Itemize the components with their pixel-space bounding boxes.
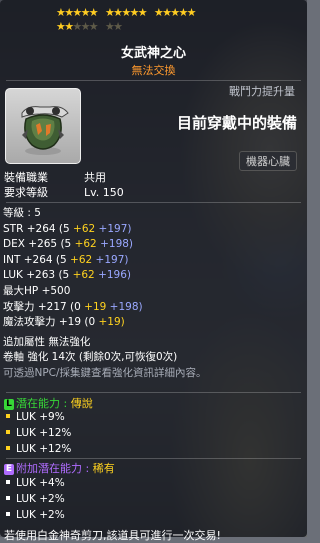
requirement-job: 裝備職業 共用	[4, 171, 106, 184]
potential-header: L 潛在能力 : 傳說	[4, 395, 93, 411]
star-empty-icon: ★	[80, 20, 91, 33]
star-filled-icon: ★	[64, 6, 75, 19]
star-filled-icon: ★	[56, 20, 66, 33]
stat-max-hp: 最大HP +500	[3, 284, 71, 297]
star-force-rating: ★ ★ ★ ★ ★ ★ ★ ★ ★ ★ ★ ★ ★ ★ ★ ★ ★ ★ ★ ★ ★ ★	[56, 6, 256, 34]
item-tooltip: ★ ★ ★ ★ ★ ★ ★ ★ ★ ★ ★ ★ ★ ★ ★ ★ ★ ★ ★ ★ ★ ★ 女武神之心 無法交換 戰鬥力提升…	[0, 0, 307, 542]
stat-str: STR +264 (5 +62 +197)	[3, 222, 132, 235]
star-filled-icon: ★	[80, 6, 91, 19]
star-empty-icon: ★	[104, 20, 115, 33]
star-filled-icon: ★	[129, 6, 140, 19]
trade-status: 無法交換	[131, 64, 176, 77]
stat-dex: DEX +265 (5 +62 +198)	[3, 238, 134, 251]
star-filled-icon: ★	[186, 6, 197, 19]
star-empty-icon: ★	[72, 20, 83, 33]
item-grade: 等級 : 5	[3, 207, 41, 219]
star-filled-icon: ★	[137, 6, 148, 19]
divider	[6, 202, 301, 203]
star-empty-icon: ★	[88, 20, 99, 33]
star-filled-icon: ★	[121, 6, 132, 19]
star-filled-icon: ★	[162, 6, 172, 19]
requirement-level: 要求等級 Lv. 150	[4, 186, 124, 199]
stat-luk: LUK +263 (5 +62 +196)	[3, 269, 132, 282]
item-icon-frame	[5, 88, 81, 164]
enhance-hint: 可透過NPC/採集鍵查看強化資訊詳細內容。	[3, 366, 207, 379]
star-empty-icon: ★	[113, 20, 123, 33]
star-filled-icon: ★	[104, 6, 115, 19]
star-row: ★ ★ ★ ★ ★ ★ ★	[56, 20, 256, 34]
bonus-potential-line: LUK +4%	[6, 477, 65, 489]
stat-attack: 攻擊力 +217 (0 +19 +198)	[3, 300, 143, 313]
power-increase-label: 戰鬥力提升量	[229, 85, 295, 98]
valkyrie-heart-icon	[21, 106, 69, 155]
bonus-potential-header: E 附加潛在能力 : 稀有	[4, 462, 115, 475]
legendary-badge-icon: L	[4, 399, 14, 410]
stat-magic-attack: 魔法攻擊力 +19 (0 +19)	[3, 316, 125, 329]
potential-line: LUK +9%	[6, 411, 65, 423]
star-filled-icon: ★	[56, 6, 66, 19]
star-filled-icon: ★	[64, 20, 75, 33]
divider	[6, 392, 301, 393]
star-row: ★ ★ ★ ★ ★ ★ ★ ★ ★ ★ ★ ★ ★ ★ ★	[56, 6, 256, 20]
divider	[6, 80, 301, 81]
stat-int: INT +264 (5 +62 +197)	[3, 253, 129, 266]
currently-equipped-label: 目前穿戴中的裝備	[176, 114, 297, 132]
requirements: 裝備職業 共用 要求等級 Lv. 150	[4, 170, 124, 200]
epic-badge-icon: E	[4, 464, 14, 475]
potential-line: LUK +12%	[6, 427, 71, 439]
scissors-trade-note: 若使用白金神奇剪刀,該道具可進行一次交易!	[4, 529, 221, 542]
star-filled-icon: ★	[113, 6, 123, 19]
item-stats: 等級 : 5 STR +264 (5 +62 +197) DEX +265 (5…	[3, 206, 207, 382]
extra-option-note: 追加屬性 無法強化	[3, 335, 91, 348]
star-filled-icon: ★	[72, 6, 83, 19]
scroll-upgrade-info: 卷軸 強化 14次 (剩餘0次,可恢復0次)	[3, 351, 178, 364]
bonus-potential-line: LUK +2%	[6, 509, 65, 521]
star-filled-icon: ★	[178, 6, 189, 19]
star-filled-icon: ★	[153, 6, 164, 19]
item-name: 女武神之心	[120, 46, 186, 61]
star-filled-icon: ★	[88, 6, 99, 19]
divider	[6, 458, 301, 459]
bonus-potential-line: LUK +2%	[6, 493, 65, 505]
potential-line: LUK +12%	[6, 443, 71, 455]
star-filled-icon: ★	[170, 6, 181, 19]
item-category-tag: 機器心臟	[239, 151, 297, 171]
